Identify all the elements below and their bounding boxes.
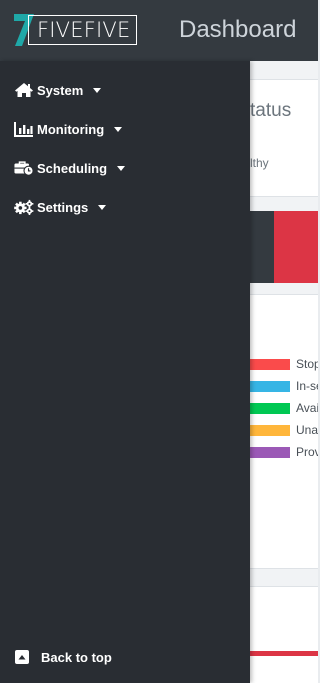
status-card-subtitle: lthy [250,156,269,170]
legend-item: Avai [250,401,318,415]
legend-label: In-se [296,379,318,393]
status-card-title: tatus [250,100,292,121]
home-icon [15,83,33,97]
legend-label: Stop [296,357,318,371]
legend-swatch [250,424,290,436]
legend-swatch [250,446,290,458]
logo-wordmark-box: FIVEFIVE [28,15,138,45]
top-navbar: FIVEFIVE Dashboard [0,0,318,61]
status-tile-dark[interactable] [250,211,274,283]
status-tiles [250,211,318,283]
status-card: tatus lthy [250,79,318,197]
sidebar-item-settings[interactable]: Settings [14,197,107,217]
main-content: tatus lthy Stop In-se Avai Una Prov [250,61,318,683]
page-title: Dashboard [179,16,297,43]
sidebar-item-label: Settings [37,199,89,215]
chevron-down-icon [93,87,102,93]
logo-wordmark: FIVEFIVE [37,17,131,42]
status-tile-stopped[interactable] [274,211,318,283]
legend-item: Una [250,423,318,437]
legend-label: Avai [296,401,318,415]
legend-item: Stop [250,357,318,371]
back-to-top-link[interactable]: Back to top [15,647,112,667]
chart-icon [14,122,33,137]
legend-swatch [250,402,290,414]
toolbox-clock-icon [14,161,34,176]
sidebar-item-scheduling[interactable]: Scheduling [14,158,126,178]
chevron-down-icon [117,165,126,171]
back-to-top-label: Back to top [41,649,112,665]
legend-swatch [250,380,290,392]
legend-item: Prov [250,445,318,459]
bottom-card [250,586,318,683]
sidebar-item-label: Scheduling [37,160,108,176]
chevron-down-icon [114,126,123,132]
chart-card: Stop In-se Avai Una Prov [250,294,318,569]
sidebar-item-monitoring[interactable]: Monitoring [14,119,123,139]
brand-logo[interactable]: FIVEFIVE [14,14,143,46]
cogs-icon [14,199,34,215]
chevron-down-icon [98,204,107,210]
legend-label: Una [296,423,318,437]
progress-bar-danger [250,651,318,656]
sidebar-item-label: System [37,82,84,98]
legend-label: Prov [296,445,318,459]
legend-item: In-se [250,379,318,393]
sidebar: System Monitoring Scheduling Settings Ba… [0,61,250,683]
sidebar-item-label: Monitoring [37,121,105,137]
caret-up-square-icon [15,650,29,664]
sidebar-item-system[interactable]: System [14,80,102,100]
legend-swatch [250,358,290,370]
